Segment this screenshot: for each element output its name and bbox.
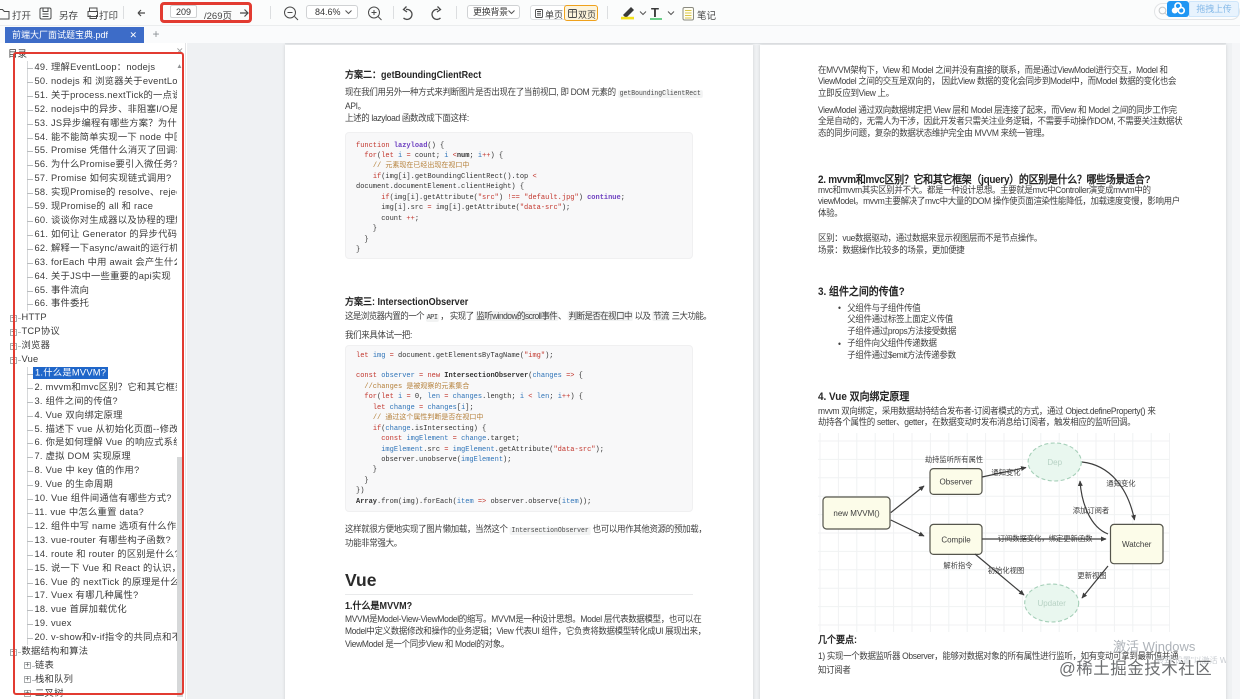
svg-text:Updater: Updater xyxy=(1037,599,1066,608)
svg-text:Observer: Observer xyxy=(940,477,973,486)
svg-text:Dep: Dep xyxy=(1047,458,1062,467)
svg-text:通知变化: 通知变化 xyxy=(991,468,1021,477)
svg-text:订阅数据变化，绑定更新函数: 订阅数据变化，绑定更新函数 xyxy=(998,534,1094,543)
svg-text:Watcher: Watcher xyxy=(1122,540,1152,549)
svg-text:添加订阅者: 添加订阅者 xyxy=(1073,506,1109,515)
svg-text:初始化视图: 初始化视图 xyxy=(988,566,1024,575)
svg-text:T: T xyxy=(651,5,659,20)
svg-text:Compile: Compile xyxy=(941,535,971,544)
svg-text:更新视图: 更新视图 xyxy=(1077,571,1106,580)
svg-text:解析指令: 解析指令 xyxy=(943,561,973,570)
svg-text:劫持监听所有属性: 劫持监听所有属性 xyxy=(925,455,983,464)
svg-text:通知变化: 通知变化 xyxy=(1106,479,1136,488)
svg-text:new MVVM(): new MVVM() xyxy=(833,509,880,518)
